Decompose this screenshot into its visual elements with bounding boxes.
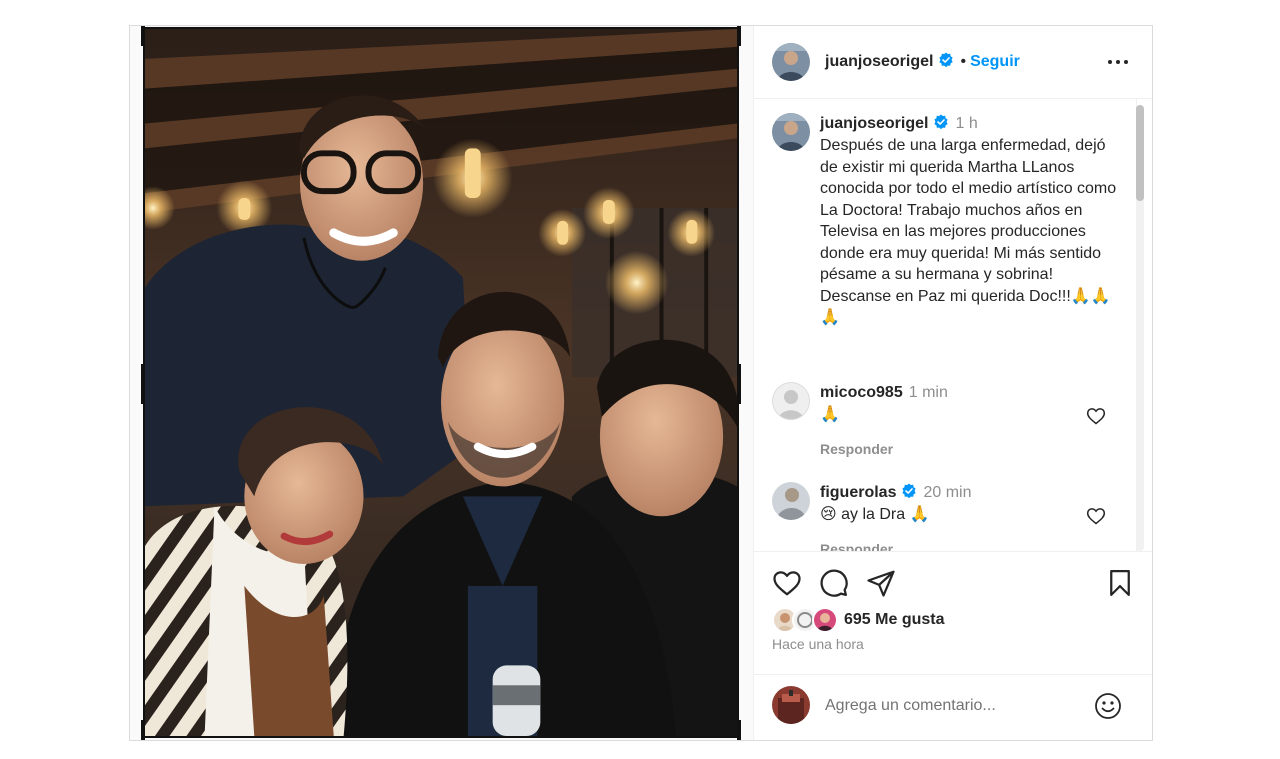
post-photo[interactable] bbox=[143, 27, 739, 738]
group-photo-illustration bbox=[145, 29, 737, 736]
photo-pane bbox=[130, 26, 754, 740]
comment-avatar[interactable] bbox=[772, 482, 810, 520]
current-user-avatar bbox=[772, 686, 810, 724]
caption-author-avatar[interactable] bbox=[772, 113, 810, 151]
add-comment-bar bbox=[753, 674, 1152, 741]
comment-like-heart-icon[interactable] bbox=[1086, 506, 1106, 526]
post-side-panel: juanjoseorigel • Seguir juanjoseorigel 1 h bbox=[753, 26, 1152, 740]
comment-text: 😢 ay la Dra 🙏 bbox=[820, 506, 930, 523]
reply-button[interactable]: Responder bbox=[820, 441, 1090, 457]
comment-bubble-icon[interactable] bbox=[819, 568, 849, 598]
separator-dot: • bbox=[960, 53, 967, 70]
likes-row: 695 Me gusta bbox=[772, 607, 944, 633]
verified-badge-icon bbox=[901, 483, 917, 499]
crop-handle-top-left[interactable] bbox=[141, 26, 145, 46]
comment-time[interactable]: 1 min bbox=[909, 384, 948, 401]
more-dots-icon[interactable] bbox=[1106, 52, 1130, 72]
comment-like-heart-icon[interactable] bbox=[1086, 406, 1106, 426]
comments-scroll-area[interactable]: juanjoseorigel 1 h Después de una larga e… bbox=[753, 99, 1152, 551]
comment-header: figuerolas 20 min bbox=[820, 482, 1090, 504]
bookmark-icon[interactable] bbox=[1105, 568, 1135, 598]
comment-text: 🙏 bbox=[820, 406, 840, 423]
caption-time[interactable]: 1 h bbox=[955, 115, 977, 132]
scrollbar-thumb[interactable] bbox=[1136, 105, 1144, 201]
crop-handle-top-right[interactable] bbox=[737, 26, 741, 46]
verified-badge-icon bbox=[933, 114, 949, 130]
verified-badge-icon bbox=[938, 52, 954, 68]
comment-avatar[interactable] bbox=[772, 382, 810, 420]
heart-icon[interactable] bbox=[772, 568, 802, 598]
author-avatar[interactable] bbox=[772, 43, 810, 81]
likes-count[interactable]: 695 Me gusta bbox=[844, 611, 944, 629]
crop-handle-bottom-left[interactable] bbox=[141, 720, 145, 740]
comment-time[interactable]: 20 min bbox=[923, 484, 971, 501]
post-header: juanjoseorigel • Seguir bbox=[753, 26, 1152, 99]
crop-handle-mid-left[interactable] bbox=[141, 364, 145, 404]
caption-header: juanjoseorigel 1 h bbox=[820, 113, 1125, 135]
comments-scrollbar[interactable] bbox=[1136, 105, 1144, 551]
comment-body: figuerolas 20 min 😢 ay la Dra 🙏 Responder bbox=[820, 482, 1090, 551]
comment-username[interactable]: figuerolas bbox=[820, 484, 896, 501]
liker-avatar[interactable] bbox=[812, 607, 838, 633]
follow-button[interactable]: Seguir bbox=[970, 53, 1020, 70]
caption-username[interactable]: juanjoseorigel bbox=[820, 115, 928, 132]
crop-handle-bottom-right[interactable] bbox=[737, 720, 741, 740]
header-name-row: juanjoseorigel • Seguir bbox=[825, 52, 1020, 71]
comment-username[interactable]: micoco985 bbox=[820, 384, 903, 401]
caption-text: Después de una larga enfermedad, dejó de… bbox=[820, 137, 1117, 326]
smiley-icon[interactable] bbox=[1094, 692, 1122, 720]
comment-input[interactable] bbox=[825, 694, 1085, 718]
comment-body: micoco985 1 min 🙏 Responder bbox=[820, 382, 1090, 457]
reply-button[interactable]: Responder bbox=[820, 541, 1090, 552]
paper-plane-icon[interactable] bbox=[866, 568, 896, 598]
comment-header: micoco985 1 min bbox=[820, 382, 1090, 404]
caption-body: juanjoseorigel 1 h Después de una larga e… bbox=[820, 113, 1125, 329]
post-actions: 695 Me gusta Hace una hora bbox=[753, 551, 1152, 675]
author-username[interactable]: juanjoseorigel bbox=[825, 53, 933, 70]
crop-handle-mid-right[interactable] bbox=[737, 364, 741, 404]
post-time-ago[interactable]: Hace una hora bbox=[772, 636, 864, 652]
instagram-post-embed: juanjoseorigel • Seguir juanjoseorigel 1 h bbox=[129, 25, 1153, 741]
